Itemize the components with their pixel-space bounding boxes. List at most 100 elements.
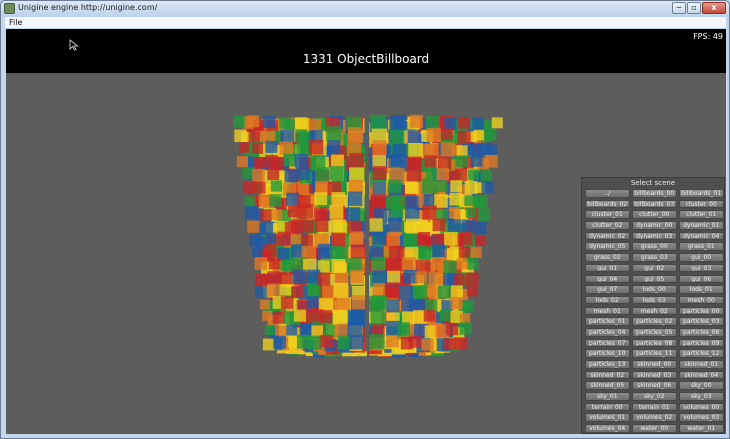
scene-button-skinned-04[interactable]: skinned_04 [679,370,724,380]
scene-button-parent[interactable]: ../ [585,189,630,198]
scene-button-skinned-02[interactable]: skinned_02 [585,370,630,380]
billboard-quad [438,285,451,299]
scene-button-skinned-01[interactable]: skinned_01 [679,360,724,369]
scene-button-gui-00[interactable]: gui_00 [679,253,724,262]
scene-button-particles-13[interactable]: particles_13 [585,360,630,369]
scene-button-gui-02[interactable]: gui_02 [632,263,677,273]
scene-button-dynamic-02[interactable]: dynamic_02 [585,231,630,241]
scene-button-dynamic-04[interactable]: dynamic_04 [679,231,724,241]
scene-button-particles-03[interactable]: particles_03 [679,317,724,326]
scene-button-lods-03[interactable]: lods_03 [632,295,677,305]
scene-button-billboards-00[interactable]: billboards_00 [632,189,677,198]
billboard-quad [485,144,497,156]
scene-button-skinned-03[interactable]: skinned_03 [632,370,677,380]
billboard-quad [457,130,471,144]
scene-button-grass-00[interactable]: grass_00 [632,242,677,252]
billboard-quad [372,282,386,296]
scene-button-gui-01[interactable]: gui_01 [585,263,630,273]
scene-button-dynamic-01[interactable]: dynamic_01 [679,221,724,230]
close-button[interactable]: x [702,2,726,14]
scene-button-particles-10[interactable]: particles_10 [585,349,630,358]
scene-button-mesh-02[interactable]: mesh_02 [632,306,677,316]
scene-button-volumes-01[interactable]: volumes_01 [585,413,630,423]
billboard-quad [280,259,292,271]
billboard-quad [370,114,387,131]
billboard-quad [267,271,280,284]
scene-button-skinned-06[interactable]: skinned_06 [632,381,677,390]
title-bar[interactable]: Unigine engine http://unigine.com/ ─ ▫ x [1,1,729,17]
scene-button-lods-02[interactable]: lods_02 [585,295,630,305]
billboard-quad [329,205,344,219]
scene-button-grass-03[interactable]: grass_03 [632,253,677,262]
menu-file[interactable]: File [9,18,22,27]
scene-button-dynamic-00[interactable]: dynamic_00 [632,221,677,230]
scene-button-particles-01[interactable]: particles_01 [585,317,630,326]
scene-button-cluster-00[interactable]: cluster_00 [679,199,724,209]
scene-button-skinned-00[interactable]: skinned_00 [632,360,677,369]
billboard-quad [424,299,438,312]
scene-button-gui-05[interactable]: gui_05 [632,274,677,284]
scene-button-sky-03[interactable]: sky_03 [679,392,724,401]
scene-button-gui-03[interactable]: gui_03 [679,263,724,273]
billboard-quad [440,310,452,322]
scene-button-sky-02[interactable]: sky_02 [632,392,677,401]
billboard-quad [436,168,449,181]
billboard-quad [369,334,385,349]
billboard-quad [424,325,438,339]
scene-button-volumes-04[interactable]: volumes_04 [585,424,630,433]
scene-button-skinned-05[interactable]: skinned_05 [585,381,630,390]
scene-button-clutter-00[interactable]: clutter_00 [632,210,677,219]
scene-button-particles-05[interactable]: particles_05 [632,327,677,337]
scene-button-mesh-01[interactable]: mesh_01 [585,306,630,316]
scene-button-water-01[interactable]: water_01 [679,424,724,433]
scene-button-dynamic-03[interactable]: dynamic_03 [632,231,677,241]
billboard-quad [331,233,346,248]
scene-button-clutter-02[interactable]: clutter_02 [585,221,630,230]
billboard-quad [435,180,448,193]
scene-button-volumes-03[interactable]: volumes_03 [679,413,724,423]
scene-button-grass-01[interactable]: grass_01 [679,242,724,252]
scene-button-particles-09[interactable]: particles_09 [679,338,724,348]
scene-button-particles-12[interactable]: particles_12 [679,349,724,358]
billboard-quad [408,143,424,158]
scene-button-gui-04[interactable]: gui_04 [585,274,630,284]
scene-button-particles-07[interactable]: particles_07 [585,338,630,348]
billboard-quad [372,166,387,181]
billboard-quad [461,219,475,233]
billboard-quad [352,295,367,310]
scene-button-particles-00[interactable]: particles_00 [679,306,724,316]
scene-button-terrain-00[interactable]: terrain_00 [585,402,630,412]
render-viewport[interactable]: FPS: 49 1331 ObjectBillboard Select scen… [6,29,726,434]
billboard-quad [370,194,386,210]
scene-button-grass-02[interactable]: grass_02 [585,253,630,262]
scene-button-billboards-01[interactable]: billboards_01 [679,189,724,198]
scene-button-volumes-02[interactable]: volumes_02 [632,413,677,423]
scene-button-sky-00[interactable]: sky_00 [679,381,724,390]
scene-button-clutter-01[interactable]: clutter_01 [679,210,724,219]
maximize-button[interactable]: ▫ [687,2,701,14]
minimize-button[interactable]: ─ [672,2,686,14]
billboard-quad [425,143,439,157]
scene-button-sky-01[interactable]: sky_01 [585,392,630,401]
scene-button-lods-00[interactable]: lods_00 [632,285,677,294]
scene-button-billboards-02[interactable]: billboards_02 [585,199,630,209]
scene-button-terrain-01[interactable]: terrain_01 [632,402,677,412]
scene-button-volumes-00[interactable]: volumes_00 [679,402,724,412]
billboard-quad [332,309,348,325]
scene-button-gui-07[interactable]: gui_07 [585,285,630,294]
scene-button-billboards-03[interactable]: billboards_03 [632,199,677,209]
billboard-quad [430,257,445,271]
billboard-quad [350,244,366,259]
scene-button-particles-08[interactable]: particles_08 [632,338,677,348]
scene-button-cluster-01[interactable]: cluster_01 [585,210,630,219]
scene-button-mesh-00[interactable]: mesh_00 [679,295,724,305]
scene-button-gui-06[interactable]: gui_06 [679,274,724,284]
scene-button-particles-11[interactable]: particles_11 [632,349,677,358]
scene-button-water-00[interactable]: water_00 [632,424,677,433]
scene-button-particles-06[interactable]: particles_06 [679,327,724,337]
scene-button-dynamic-05[interactable]: dynamic_05 [585,242,630,252]
scene-button-particles-04[interactable]: particles_04 [585,327,630,337]
scene-button-lods-01[interactable]: lods_01 [679,285,724,294]
billboard-quad [247,220,260,233]
scene-button-particles-02[interactable]: particles_02 [632,317,677,326]
